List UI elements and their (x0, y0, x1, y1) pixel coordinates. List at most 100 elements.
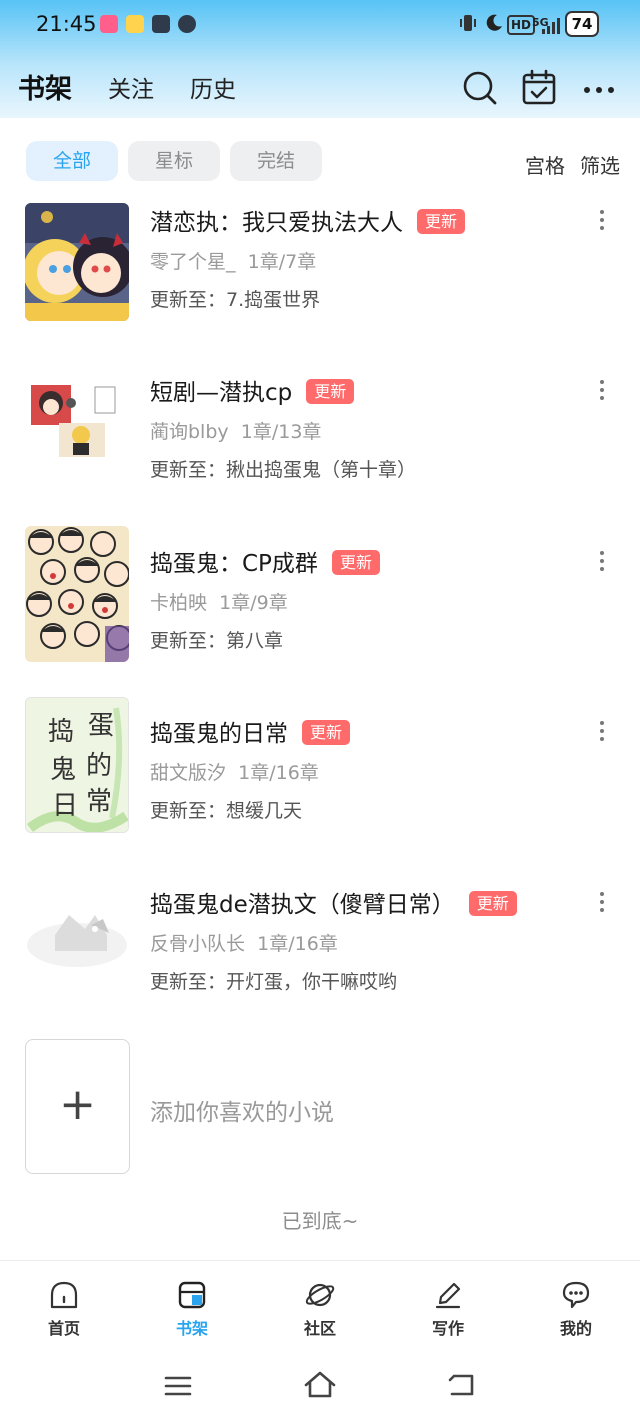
app-notification-icon (100, 15, 118, 33)
book-item[interactable]: 捣蛋鬼：CP成群 更新 卡柏映 1章/9章 更新至：第八章 (0, 526, 640, 684)
book-more-icon[interactable] (592, 548, 612, 576)
chat-bubble-icon (562, 1281, 590, 1309)
book-more-icon[interactable] (592, 889, 612, 917)
play-icon (178, 15, 196, 33)
status-time: 21:45 (36, 12, 97, 36)
book-meta: 蔺询blby 1章/13章 (150, 417, 321, 444)
update-badge: 更新 (468, 891, 517, 916)
nav-community-label: 社区 (303, 1319, 336, 1338)
book-more-icon[interactable] (592, 207, 612, 235)
book-title[interactable]: 短剧—潜执cp 更新 (150, 373, 355, 407)
book-author: 零了个星_ (150, 251, 236, 273)
book-item[interactable]: 潜恋执：我只爱执法大人 更新 零了个星_ 1章/7章 更新至：7.捣蛋世界 (0, 203, 640, 343)
book-author: 蔺询blby (150, 421, 229, 443)
book-latest-update: 更新至：想缓几天 (150, 800, 303, 822)
cover-calligraphy-char: 日 (52, 791, 78, 820)
book-title[interactable]: 潜恋执：我只爱执法大人 更新 (150, 203, 466, 237)
nav-bookshelf-label: 书架 (175, 1319, 208, 1338)
tab-following[interactable]: 关注 (108, 70, 154, 104)
book-cover (25, 203, 129, 321)
book-progress: 1章/16章 (238, 762, 319, 784)
more-options-icon[interactable] (579, 68, 619, 108)
update-badge: 更新 (306, 379, 355, 404)
book-more-icon[interactable] (592, 718, 612, 746)
book-more-icon[interactable] (592, 377, 612, 405)
book-item[interactable]: 短剧—潜执cp 更新 蔺询blby 1章/13章 更新至：揪出捣蛋鬼（第十章） (0, 373, 640, 513)
book-author: 甜文版汐 (150, 762, 227, 784)
book-cover (25, 526, 129, 662)
book-author: 反骨小队长 (150, 933, 246, 955)
book-cover (25, 373, 129, 491)
filter-chip-starred[interactable]: 星标 (128, 141, 220, 181)
book-latest-update: 更新至：第八章 (150, 630, 284, 652)
nav-write[interactable]: 写作 (403, 1279, 493, 1339)
nav-home-label: 首页 (47, 1319, 80, 1338)
home-icon (50, 1281, 78, 1309)
filter-button[interactable]: 筛选 (580, 150, 620, 179)
add-novel-label[interactable]: 添加你喜欢的小说 (150, 1093, 334, 1127)
nav-community[interactable]: 社区 (275, 1279, 365, 1339)
bookshelf-icon (178, 1281, 206, 1309)
book-meta: 甜文版汐 1章/16章 (150, 758, 319, 785)
grid-view-toggle[interactable]: 宫格 (525, 150, 565, 179)
tab-bookshelf[interactable]: 书架 (18, 67, 72, 106)
hd-icon: HD (507, 15, 536, 35)
book-latest-update: 更新至：7.捣蛋世界 (150, 289, 321, 311)
cover-calligraphy-char: 的 (86, 751, 112, 780)
plus-icon: + (59, 1079, 96, 1130)
book-meta: 反骨小队长 1章/16章 (150, 929, 338, 956)
vibrate-icon (460, 15, 476, 31)
filter-chip-all[interactable]: 全部 (26, 141, 118, 181)
book-progress: 1章/13章 (240, 421, 322, 443)
book-author: 卡柏映 (150, 592, 208, 614)
search-icon[interactable] (460, 68, 500, 108)
book-item[interactable]: 捣 蛋 鬼 的 日 常 捣蛋鬼的日常 更新 甜文版汐 1章/16章 更新至：想缓几… (0, 697, 640, 854)
back-icon[interactable] (446, 1370, 478, 1400)
cover-calligraphy-char: 常 (86, 787, 112, 816)
top-header: 书架 关注 历史 (0, 60, 640, 110)
cover-calligraphy-char: 蛋 (88, 711, 114, 740)
book-title-text: 短剧—潜执cp (150, 380, 293, 406)
update-badge: 更新 (331, 550, 380, 575)
book-title-text: 潜恋执：我只爱执法大人 (150, 210, 403, 236)
cover-calligraphy-char: 鬼 (50, 755, 76, 784)
mail-icon (152, 15, 170, 33)
book-title-text: 捣蛋鬼de潜执文（傻臂日常） (150, 892, 455, 918)
book-latest-update: 更新至：开灯蛋，你干嘛哎哟 (150, 971, 398, 993)
nav-me[interactable]: 我的 (531, 1279, 621, 1339)
book-cover (25, 885, 129, 1003)
book-latest-update: 更新至：揪出捣蛋鬼（第十章） (150, 459, 417, 481)
calendar-checkin-icon[interactable] (519, 68, 559, 108)
moon-icon (486, 14, 502, 31)
tab-history[interactable]: 历史 (190, 70, 236, 104)
book-progress: 1章/16章 (257, 933, 338, 955)
book-meta: 零了个星_ 1章/7章 (150, 247, 316, 274)
signal-icon (542, 18, 560, 34)
book-title-text: 捣蛋鬼的日常 (150, 721, 288, 747)
book-title-text: 捣蛋鬼：CP成群 (150, 551, 318, 577)
pen-icon (435, 1282, 461, 1309)
bottom-nav: 首页 书架 社区 写作 我的 (0, 1260, 640, 1352)
book-progress: 1章/9章 (219, 592, 288, 614)
filter-chip-completed[interactable]: 完结 (230, 141, 322, 181)
status-bar: 21:45 HD 5G 74 (0, 0, 640, 50)
book-title[interactable]: 捣蛋鬼的日常 更新 (150, 714, 351, 748)
battery-indicator: 74 (565, 11, 599, 37)
planet-icon (305, 1283, 335, 1307)
system-nav-bar (0, 1352, 640, 1422)
menu-icon[interactable] (163, 1372, 193, 1400)
cover-calligraphy-char: 捣 (48, 717, 74, 746)
end-of-list-text: 已到底~ (281, 1209, 359, 1233)
book-title[interactable]: 捣蛋鬼de潜执文（傻臂日常） 更新 (150, 885, 517, 919)
home-system-icon[interactable] (302, 1369, 338, 1401)
nav-write-label: 写作 (431, 1319, 464, 1338)
book-progress: 1章/7章 (247, 251, 317, 273)
book-item[interactable]: 捣蛋鬼de潜执文（傻臂日常） 更新 反骨小队长 1章/16章 更新至：开灯蛋，你干… (0, 885, 640, 1025)
book-title[interactable]: 捣蛋鬼：CP成群 更新 (150, 544, 380, 578)
add-novel-button[interactable]: + (25, 1039, 130, 1174)
update-badge: 更新 (417, 209, 466, 234)
nav-me-label: 我的 (559, 1319, 592, 1338)
nav-home[interactable]: 首页 (19, 1279, 109, 1339)
book-cover: 捣 蛋 鬼 的 日 常 (25, 697, 129, 833)
nav-bookshelf[interactable]: 书架 (147, 1279, 237, 1339)
